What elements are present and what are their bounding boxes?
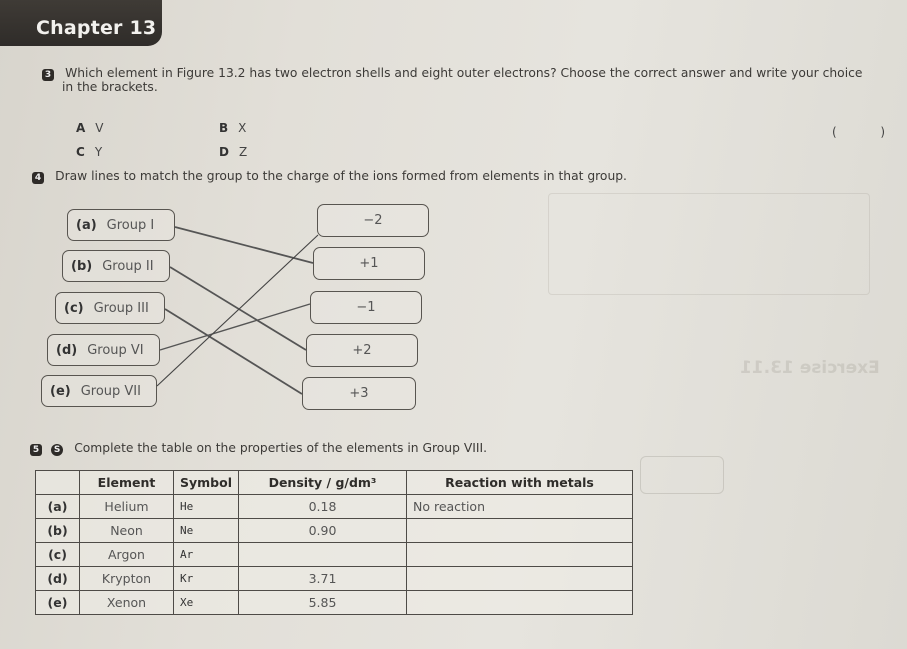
- header-blank: [35, 470, 80, 495]
- question-5: 5 S Complete the table on the properties…: [30, 437, 487, 456]
- header-element: Element: [79, 470, 174, 495]
- show-through-box: [548, 193, 870, 295]
- match-line-c-plus3: [164, 308, 303, 395]
- reaction-cell[interactable]: [406, 590, 633, 615]
- question-3-text: Which element in Figure 13.2 has two ele…: [65, 66, 863, 80]
- group-viii-table: Element Symbol Density / g/dm³ Reaction …: [35, 470, 633, 615]
- element-cell: Argon: [79, 542, 174, 567]
- header-density: Density / g/dm³: [238, 470, 407, 495]
- table-row: (e) Xenon Xe 5.85: [35, 590, 633, 615]
- element-cell: Helium: [79, 494, 174, 519]
- question-3-text-line2: in the brackets.: [62, 80, 158, 94]
- header-reaction: Reaction with metals: [406, 470, 633, 495]
- question-5-text: Complete the table on the properties of …: [74, 441, 488, 455]
- question-number-badge: 5: [30, 444, 42, 456]
- question-4: 4 Draw lines to match the group to the c…: [32, 165, 627, 184]
- charge-box-minus-2[interactable]: −2: [317, 204, 429, 237]
- group-box-d[interactable]: (d) Group VI: [47, 334, 160, 366]
- question-4-text: Draw lines to match the group to the cha…: [55, 169, 627, 183]
- chapter-title: Chapter 13: [36, 17, 157, 39]
- symbol-cell[interactable]: Kr: [173, 566, 239, 591]
- element-cell: Krypton: [79, 566, 174, 591]
- table-row: (a) Helium He 0.18 No reaction: [35, 494, 633, 519]
- table-row: (d) Krypton Kr 3.71: [35, 566, 633, 591]
- match-line-d-minus1: [159, 303, 311, 351]
- match-line-e-minus2: [156, 234, 319, 387]
- symbol-cell[interactable]: He: [173, 494, 239, 519]
- symbol-cell[interactable]: Ne: [173, 518, 239, 543]
- row-label: (b): [35, 518, 80, 543]
- element-cell: Xenon: [79, 590, 174, 615]
- match-line-b-plus2: [169, 266, 307, 351]
- group-box-c[interactable]: (c) Group III: [55, 292, 165, 324]
- row-label: (c): [35, 542, 80, 567]
- symbol-cell[interactable]: Ar: [173, 542, 239, 567]
- density-cell[interactable]: 3.71: [238, 566, 407, 591]
- charge-box-plus-1[interactable]: +1: [313, 247, 425, 280]
- table-header-row: Element Symbol Density / g/dm³ Reaction …: [35, 470, 633, 495]
- group-box-b[interactable]: (b) Group II: [62, 250, 170, 282]
- table-row: (b) Neon Ne 0.90: [35, 518, 633, 543]
- group-box-a[interactable]: (a) Group I: [67, 209, 175, 241]
- row-label: (e): [35, 590, 80, 615]
- answer-bracket[interactable]: ( ): [832, 125, 892, 139]
- option-b[interactable]: BX: [219, 121, 246, 135]
- option-c[interactable]: CY: [76, 145, 102, 159]
- reaction-cell[interactable]: No reaction: [406, 494, 633, 519]
- s-badge-icon: S: [51, 444, 64, 456]
- reaction-cell[interactable]: [406, 542, 633, 567]
- density-cell[interactable]: 0.90: [238, 518, 407, 543]
- group-box-e[interactable]: (e) Group VII: [41, 375, 157, 407]
- charge-box-plus-3[interactable]: +3: [302, 377, 416, 410]
- show-through-exercise-label: Exercise 13.11: [740, 358, 880, 378]
- symbol-cell[interactable]: Xe: [173, 590, 239, 615]
- show-through-box-2: [640, 456, 724, 494]
- question-3: 3 Which element in Figure 13.2 has two e…: [42, 62, 902, 81]
- element-cell: Neon: [79, 518, 174, 543]
- row-label: (a): [35, 494, 80, 519]
- charge-box-plus-2[interactable]: +2: [306, 334, 418, 367]
- charge-box-minus-1[interactable]: −1: [310, 291, 422, 324]
- reaction-cell[interactable]: [406, 566, 633, 591]
- option-a[interactable]: AV: [76, 121, 104, 135]
- table-row: (c) Argon Ar: [35, 542, 633, 567]
- row-label: (d): [35, 566, 80, 591]
- option-d[interactable]: DZ: [219, 145, 247, 159]
- density-cell[interactable]: 0.18: [238, 494, 407, 519]
- question-number-badge: 3: [42, 69, 54, 81]
- question-number-badge: 4: [32, 172, 44, 184]
- density-cell[interactable]: 5.85: [238, 590, 407, 615]
- match-line-a-plus1: [174, 226, 314, 264]
- header-symbol: Symbol: [173, 470, 239, 495]
- density-cell[interactable]: [238, 542, 407, 567]
- reaction-cell[interactable]: [406, 518, 633, 543]
